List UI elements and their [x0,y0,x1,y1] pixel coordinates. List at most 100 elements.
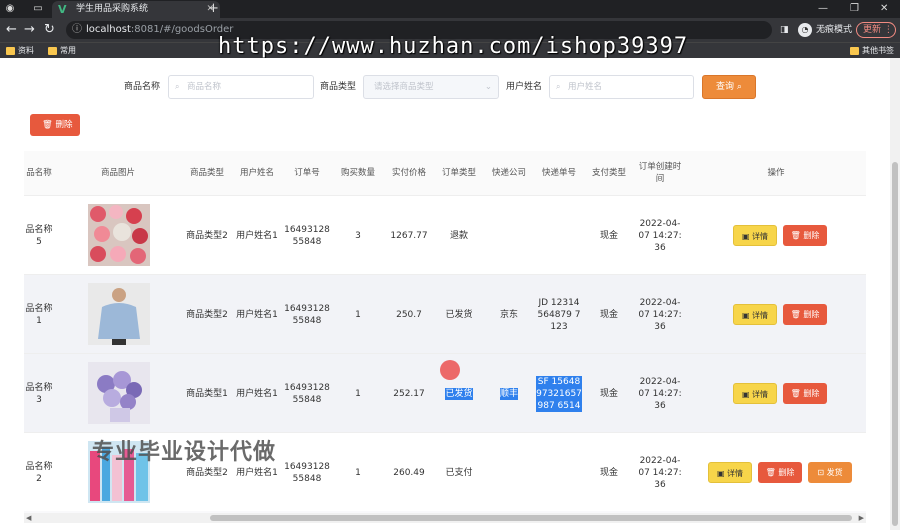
product-image-flowers [88,362,150,424]
cell-status: 已支付 [445,467,473,478]
other-bookmarks[interactable]: 其他书签 [850,44,894,58]
cell-tracking [536,433,582,512]
search-icon: ⌕ [556,82,561,91]
search-name-placeholder: 商品名称 [187,82,222,92]
cell-type: 商品类型2 [186,230,228,241]
delete-button[interactable]: 🗑 删除 [783,225,827,246]
detail-icon: ▣ [741,232,750,241]
horizontal-scroll-thumb[interactable] [210,515,852,521]
watermark-url: https://www.huzhan.com/ishop39397 [218,34,689,59]
cell-name: 品名称5 [25,224,53,247]
cell-qty: 1 [355,467,361,478]
search-type-label: 商品类型 [320,82,357,92]
tab-strip-icon[interactable]: ▭ [32,3,44,15]
cell-qty: 3 [355,230,361,241]
cell-courier: 顺丰 [486,354,532,433]
query-label: 查询 [716,82,735,92]
detail-button[interactable]: ▣ 详情 [733,383,777,404]
detail-icon: ▣ [716,469,725,478]
header-cell: 支付类型 [591,168,626,178]
detail-button[interactable]: ▣ 详情 [733,304,777,325]
search-user-input[interactable]: ⌕ 用户姓名 [549,75,694,99]
cell-name: 品名称2 [25,461,53,484]
header-cell: 品名称 [26,168,52,178]
bookmark-label: 资料 [18,46,34,55]
browser-menu-icon[interactable]: ◉ [4,3,16,15]
trash-icon: 🗑 [790,310,801,319]
tab-title: 学生用品采购系统 [76,4,149,14]
selected-courier-text: 顺丰 [499,387,518,400]
new-tab-icon[interactable]: + [208,0,219,17]
query-button[interactable]: 查询 ⌕ [702,75,756,99]
cell-type: 商品类型2 [186,309,228,320]
delete-button[interactable]: 🗑 删除 [783,304,827,325]
horizontal-scrollbar[interactable]: ◀ ▶ [24,513,866,523]
bookmark-folder-2[interactable]: 常用 [48,44,76,58]
other-bookmarks-label: 其他书签 [862,46,894,55]
restore-icon[interactable]: ❐ [850,0,859,17]
forward-icon[interactable]: → [24,22,35,38]
delete-label: 删除 [803,389,820,398]
header-cell: 实付价格 [391,168,426,178]
cell-name: 品名称3 [25,382,53,405]
header-cell: 快递公司 [491,168,526,178]
cell-order-no: 1649312855848 [284,461,330,484]
cell-pay: 现金 [599,230,618,241]
cell-courier [486,433,532,512]
detail-button[interactable]: ▣ 详情 [733,225,777,246]
bookmark-folder-1[interactable]: 资料 [6,44,34,58]
cell-pay: 现金 [599,467,618,478]
cell-status: 已发货 [445,309,473,320]
selected-tracking-text: SF 1564897321657987 6514 [536,375,582,412]
cell-tracking: JD 12314564879 7123 [537,297,581,332]
cell-price: 252.17 [393,388,425,399]
delete-button[interactable]: 🗑 删除 [783,383,827,404]
detail-button[interactable]: ▣ 详情 [708,462,752,483]
trash-icon: 🗑 [790,389,801,398]
cell-order-no: 1649312855848 [284,382,330,405]
cell-price: 250.7 [396,309,422,320]
cell-user: 用户姓名1 [236,230,278,241]
detail-label: 详情 [752,311,769,320]
chevron-down-icon: ⌄ [484,82,492,92]
browser-tab-bar: ◉ ▭ V 学生用品采购系统 ✕ + — ❐ ✕ [0,0,900,18]
vertical-scrollbar[interactable] [890,58,900,530]
cell-created: 2022-04-07 14:27:36 [638,455,682,490]
scroll-left-icon[interactable]: ◀ [26,513,31,523]
delete-label: 删除 [803,231,820,240]
cell-price: 260.49 [393,467,425,478]
cell-order-no: 1649312855848 [284,224,330,247]
vertical-scroll-thumb[interactable] [892,162,898,526]
delete-button[interactable]: 🗑 删除 [758,462,802,483]
selected-status-text: 已发货 [445,387,473,400]
cursor-indicator [440,360,460,380]
header-cell: 商品图片 [100,168,135,178]
search-icon: ⌕ [736,82,742,92]
browser-tab-active[interactable]: V 学生用品采购系统 ✕ [52,1,220,18]
detail-label: 详情 [752,232,769,241]
ship-icon: ⊡ [817,468,825,477]
header-cell: 快递单号 [541,168,576,178]
update-button[interactable]: 更新 ⋮ [856,22,896,38]
scroll-right-icon[interactable]: ▶ [859,513,864,523]
batch-delete-label: 删除 [55,120,73,130]
batch-delete-button[interactable]: 🗑 删除 [30,114,80,136]
overlay-watermark-text: 专业毕业设计代做 [92,440,277,465]
close-window-icon[interactable]: ✕ [880,0,888,17]
back-icon[interactable]: ← [6,22,17,38]
cell-courier [486,196,532,275]
product-image-roses [88,204,150,266]
cell-created: 2022-04-07 14:27:36 [638,376,682,411]
cell-courier: 京东 [499,309,518,320]
search-type-select[interactable]: 请选择商品类型 ⌄ [363,75,499,99]
cell-pay: 现金 [599,309,618,320]
ship-button[interactable]: ⊡ 发货 [808,462,852,483]
cell-qty: 1 [355,309,361,320]
reload-icon[interactable]: ↻ [44,22,55,38]
search-name-input[interactable]: ⌕ 商品名称 [168,75,314,99]
sidebar-icon[interactable]: ◨ [780,22,789,38]
site-info-icon[interactable]: ⓘ [72,21,82,39]
header-cell: 商品类型 [189,168,224,178]
minimize-icon[interactable]: — [818,0,828,17]
search-user-label: 用户姓名 [506,82,543,92]
